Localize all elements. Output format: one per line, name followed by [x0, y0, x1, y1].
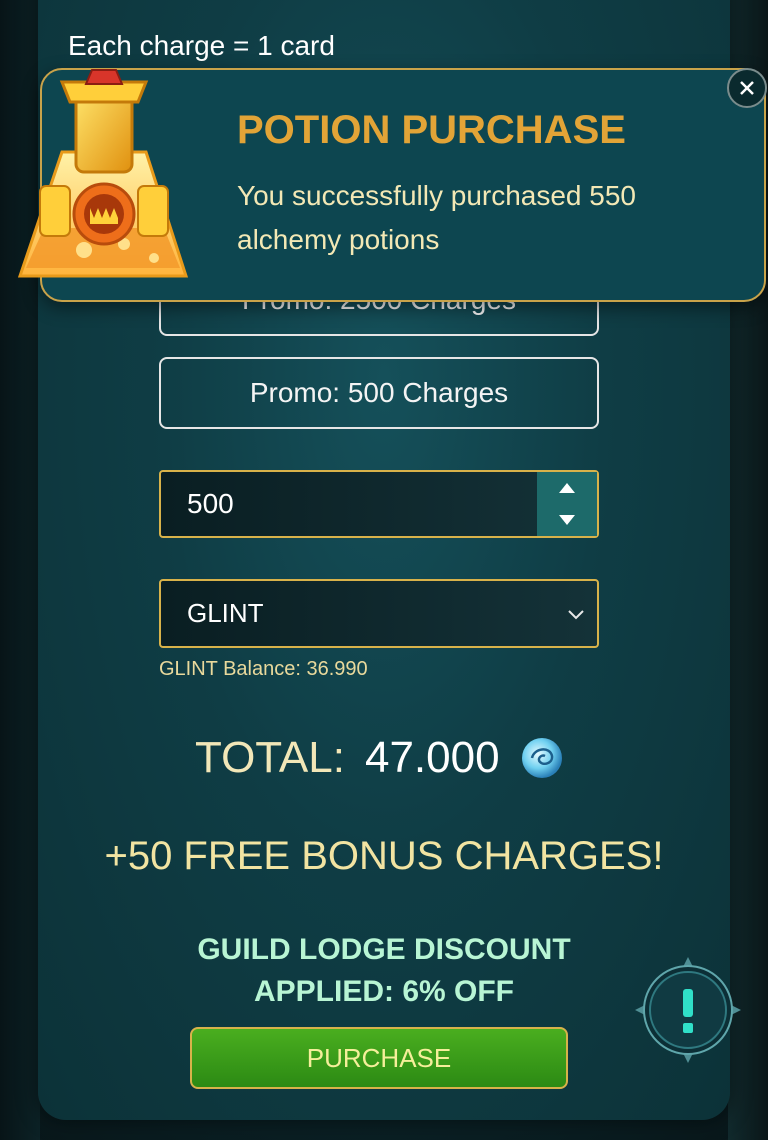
quantity-stepper[interactable]: 500 — [159, 470, 599, 538]
bonus-banner: +50 FREE BONUS CHARGES! — [104, 834, 664, 878]
currency-select[interactable]: GLINT — [159, 579, 599, 648]
alert-help-button[interactable] — [633, 955, 743, 1065]
purchase-button[interactable]: PURCHASE — [190, 1027, 568, 1089]
total-label: TOTAL: — [195, 733, 345, 782]
toast-message: You successfully purchased 550 alchemy p… — [237, 180, 636, 255]
toast-title: POTION PURCHASE — [237, 108, 626, 152]
chevron-down-icon — [568, 610, 584, 620]
alchemy-potion-icon — [17, 69, 189, 278]
increment-button[interactable] — [537, 472, 597, 504]
currency-balance: GLINT Balance: 36.990 — [159, 658, 368, 680]
close-button[interactable] — [727, 68, 767, 108]
stepper-controls — [537, 472, 597, 536]
promo-500-button[interactable]: Promo: 500 Charges — [159, 357, 599, 429]
caret-down-icon — [559, 515, 575, 525]
caret-up-icon — [559, 483, 575, 493]
glint-coin-icon — [521, 738, 562, 778]
charge-note: Each charge = 1 card — [68, 30, 335, 61]
quantity-value[interactable]: 500 — [187, 472, 234, 536]
total-value: 47.000 — [364, 733, 500, 782]
total-row: TOTAL: 47.000 — [195, 728, 564, 788]
decrement-button[interactable] — [537, 504, 597, 536]
currency-selected: GLINT — [187, 598, 264, 628]
close-icon — [740, 81, 754, 95]
